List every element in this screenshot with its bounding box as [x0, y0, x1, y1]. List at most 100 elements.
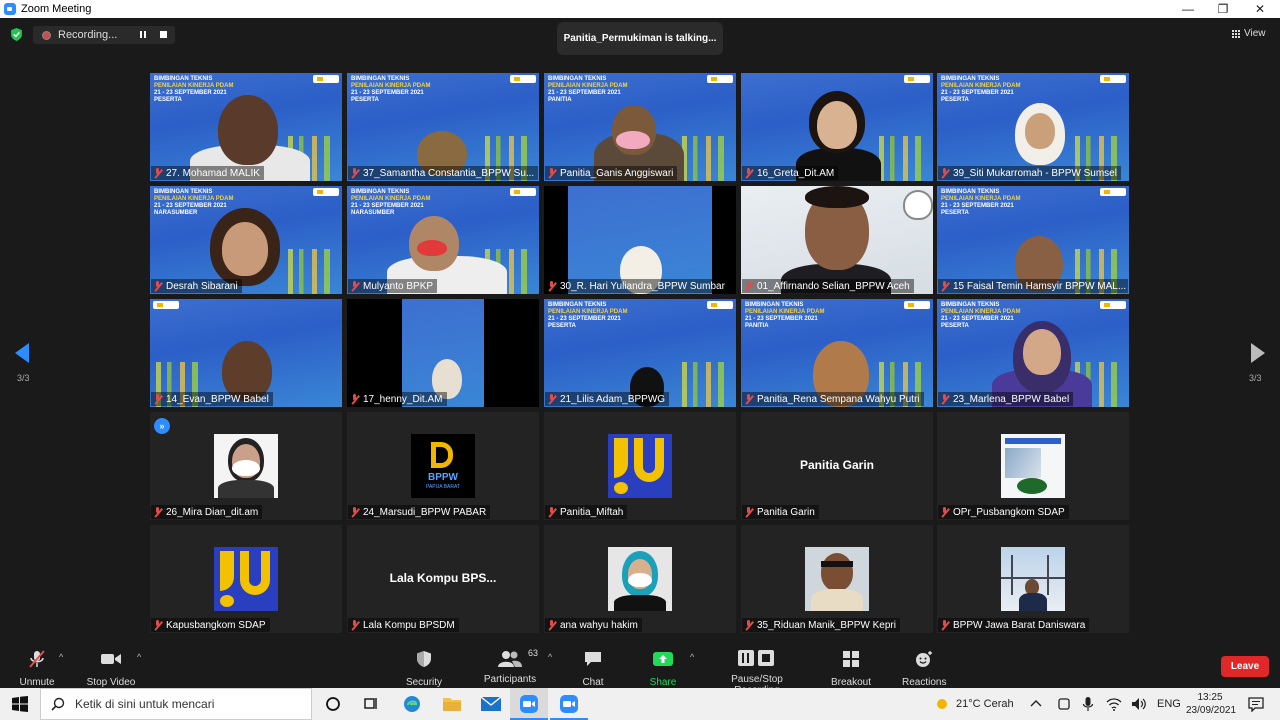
participant-name: 27. Mohamad MALIK [151, 166, 264, 180]
video-tile[interactable]: BIMBINGAN TEKNIS PENILAIAN KINERJA PDAM 21… [347, 186, 539, 294]
banner-title: BIMBINGAN TEKNIS [941, 189, 1000, 195]
video-tile[interactable]: 14_Evan_BPPW Babel [150, 299, 342, 407]
zoom-window: Zoom Meeting — ❐ ✕ Recording... Panitia_… [0, 0, 1280, 720]
participant-name: Mulyanto BPKP [348, 279, 438, 293]
muted-mic-icon [940, 168, 949, 178]
volume-icon[interactable] [1131, 696, 1147, 712]
participant-tile[interactable]: 35_Riduan Manik_BPPW Kepri [741, 525, 933, 633]
video-tile[interactable]: 17_henny_Dit.AM [347, 299, 539, 407]
muted-mic-icon [744, 507, 753, 517]
video-options-caret-icon[interactable]: ^ [137, 652, 141, 662]
participant-name: Panitia_Ganis Anggiswari [545, 166, 678, 180]
muted-mic-icon [744, 394, 753, 404]
video-tile[interactable]: BIMBINGAN TEKNIS PENILAIAN KINERJA PDAM 21… [544, 73, 736, 181]
video-tile[interactable]: 01_Affirnando Selian_BPPW Aceh [741, 186, 933, 294]
show-hidden-icons-chevron-icon[interactable] [1030, 696, 1042, 712]
taskbar-clock[interactable]: 13:25 23/09/2021 [1186, 691, 1237, 717]
video-tile[interactable]: BIMBINGAN TEKNIS PENILAIAN KINERJA PDAM 21… [937, 186, 1129, 294]
file-explorer-icon[interactable] [443, 696, 461, 712]
video-tile[interactable]: BIMBINGAN TEKNIS PENILAIAN KINERJA PDAM 21… [544, 299, 736, 407]
wifi-icon[interactable] [1106, 696, 1122, 712]
banner-date: 21 - 23 SEPTEMBER 2021 [351, 203, 424, 209]
encryption-shield-icon[interactable] [10, 28, 23, 41]
muted-mic-icon [940, 507, 949, 517]
security-shield-icon [417, 651, 431, 667]
video-tile[interactable]: 30_R. Hari Yuliandra_BPPW Sumbar [544, 186, 736, 294]
cortana-circle-icon[interactable] [325, 696, 341, 712]
pupr-logo-icon [707, 301, 733, 309]
video-tile[interactable]: BIMBINGAN TEKNIS PENILAIAN KINERJA PDAM 21… [937, 299, 1129, 407]
participants-button[interactable]: 63 Participants [482, 648, 538, 685]
banner-role: PESERTA [941, 97, 969, 103]
avatar [214, 434, 278, 498]
zoom-app-icon [4, 3, 16, 15]
stop-recording-icon[interactable] [160, 31, 167, 38]
muted-mic-icon [744, 281, 753, 291]
task-view-icon[interactable] [363, 696, 379, 712]
next-page-arrow-icon[interactable] [1251, 343, 1265, 363]
participant-tile[interactable]: BPPW Jawa Barat Daniswara [937, 525, 1129, 633]
video-tile[interactable]: BIMBINGAN TEKNIS PENILAIAN KINERJA PDAM 21… [150, 73, 342, 181]
mail-icon[interactable] [481, 696, 501, 712]
participants-label: Participants [483, 674, 537, 685]
unmute-button[interactable]: Unmute [16, 650, 58, 688]
participants-options-caret-icon[interactable]: ^ [548, 652, 552, 662]
participant-tile[interactable]: ana wahyu hakim [544, 525, 736, 633]
leave-button[interactable]: Leave [1221, 656, 1269, 677]
meet-now-icon[interactable] [1057, 696, 1071, 712]
zoom-taskbar-button[interactable] [550, 688, 588, 720]
participant-name: 14_Evan_BPPW Babel [151, 392, 273, 406]
security-button[interactable]: Security [402, 650, 446, 688]
participant-tile[interactable]: OPr_Pusbangkom SDAP [937, 412, 1129, 520]
muted-mic-icon [350, 281, 359, 291]
windows-start-icon[interactable] [12, 696, 28, 712]
participant-tile[interactable]: BPPW PAPUA BARAT 24_Marsudi_BPPW PABAR [347, 412, 539, 520]
reactions-button[interactable]: Reactions [902, 650, 946, 688]
muted-mic-icon [744, 168, 753, 178]
input-language[interactable]: ENG [1157, 688, 1181, 720]
reactions-label: Reactions [902, 677, 947, 688]
video-tile[interactable]: BIMBINGAN TEKNIS PENILAIAN KINERJA PDAM 21… [937, 73, 1129, 181]
previous-page-arrow-icon[interactable] [15, 343, 29, 363]
banner-date: 21 - 23 SEPTEMBER 2021 [154, 203, 227, 209]
notification-center-icon[interactable] [1248, 696, 1264, 712]
participant-display-name: Panitia Garin [799, 458, 875, 472]
video-tile[interactable]: BIMBINGAN TEKNIS PENILAIAN KINERJA PDAM 21… [741, 299, 933, 407]
fast-forward-icon[interactable]: » [154, 418, 170, 434]
chat-button[interactable]: Chat [576, 650, 610, 688]
participant-name: Panitia_Miftah [545, 505, 628, 519]
taskbar-search-box[interactable]: Ketik di sini untuk mencari [40, 688, 312, 720]
close-button[interactable]: ✕ [1242, 0, 1278, 18]
participant-name: 39_Siti Mukarromah - BPPW Sumsel [938, 166, 1121, 180]
pause-recording-icon[interactable] [139, 31, 147, 39]
share-options-caret-icon[interactable]: ^ [690, 652, 694, 662]
participant-tile[interactable]: Kapusbangkom SDAP [150, 525, 342, 633]
page-indicator-right: 3/3 [1249, 373, 1262, 383]
view-button[interactable]: View [1232, 28, 1266, 39]
video-tile[interactable]: 16_Greta_Dit.AM [741, 73, 933, 181]
maximize-button[interactable]: ❐ [1205, 0, 1241, 18]
stop-video-button[interactable]: Stop Video [84, 650, 138, 688]
participant-tile[interactable]: » 26_Mira Dian_dit.am [150, 412, 342, 520]
muted-mic-icon [153, 281, 162, 291]
pupr-logo-icon [313, 188, 339, 196]
participant-tile[interactable]: Panitia_Miftah [544, 412, 736, 520]
audio-options-caret-icon[interactable]: ^ [59, 652, 63, 662]
participant-name: 17_henny_Dit.AM [348, 392, 447, 406]
video-tile[interactable]: BIMBINGAN TEKNIS PENILAIAN KINERJA PDAM 21… [150, 186, 342, 294]
banner-role: PANITIA [745, 323, 769, 329]
pause-icon [738, 650, 754, 666]
minimize-button[interactable]: — [1170, 0, 1206, 18]
weather-widget[interactable]: 21°C Cerah [934, 688, 1014, 720]
edge-browser-icon[interactable] [403, 695, 421, 713]
microphone-in-use-icon[interactable] [1082, 696, 1094, 712]
muted-mic-icon [940, 281, 949, 291]
clock-time: 13:25 [1197, 692, 1223, 703]
video-tile[interactable]: BIMBINGAN TEKNIS PENILAIAN KINERJA PDAM 21… [347, 73, 539, 181]
participant-name: Lala Kompu BPSDM [348, 618, 459, 632]
zoom-taskbar-button-active[interactable] [510, 688, 548, 720]
participant-tile[interactable]: Lala Kompu BPS... Lala Kompu BPSDM [347, 525, 539, 633]
clock-date: 23/09/2021 [1186, 705, 1237, 716]
participant-tile[interactable]: Panitia Garin Panitia Garin [741, 412, 933, 520]
muted-mic-icon [940, 620, 949, 630]
